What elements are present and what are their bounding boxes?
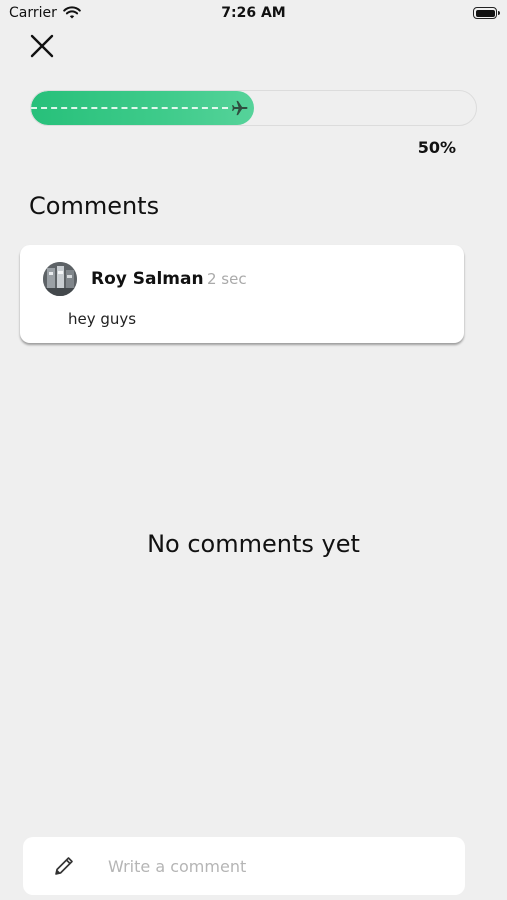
progress-fill (31, 91, 254, 125)
progress-percentage: 50% (417, 138, 456, 157)
progress-bar (30, 90, 477, 126)
status-bar: Carrier 7:26 AM (0, 0, 507, 28)
comment-input[interactable] (108, 851, 448, 881)
close-icon (30, 34, 54, 58)
battery-icon (473, 7, 500, 19)
status-time: 7:26 AM (221, 5, 286, 21)
avatar (43, 262, 77, 296)
progress-dashes (31, 107, 228, 109)
comment-card[interactable]: Roy Salman 2 sec hey guys (20, 245, 464, 343)
comments-title: Comments (29, 192, 160, 220)
avatar-image (43, 262, 77, 296)
empty-state-message: No comments yet (147, 530, 360, 558)
comment-timestamp: 2 sec (207, 270, 247, 288)
comment-text: hey guys (68, 310, 137, 328)
comment-author[interactable]: Roy Salman (91, 269, 204, 289)
pencil-icon (55, 857, 73, 875)
airplane-icon (231, 100, 247, 116)
close-button[interactable] (28, 32, 56, 60)
comment-composer[interactable] (23, 837, 465, 895)
